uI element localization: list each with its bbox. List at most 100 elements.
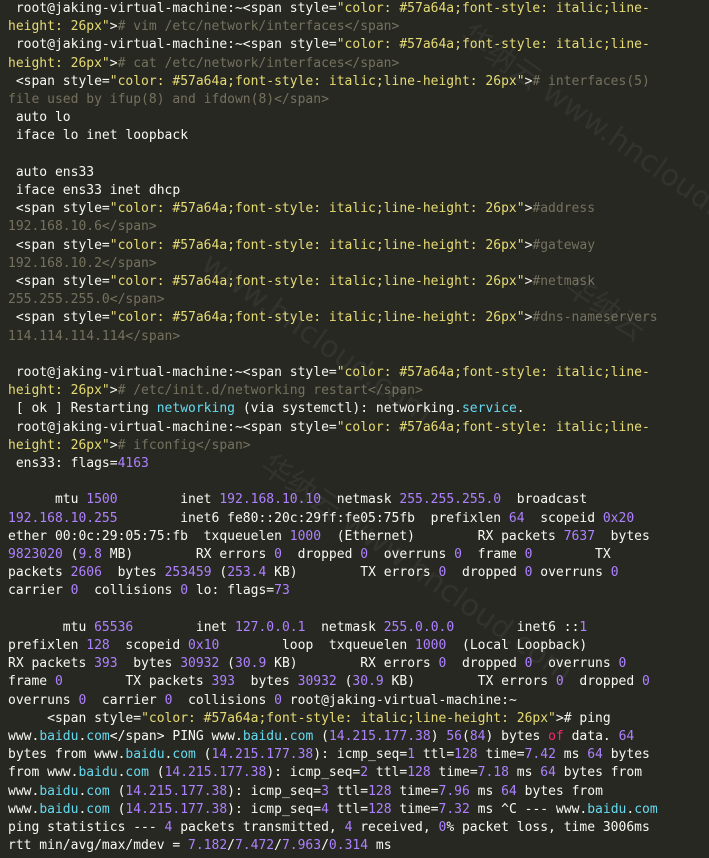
- terminal-text: ): icmp_seq=: [227, 783, 322, 799]
- terminal-text: inet: [117, 492, 220, 508]
- terminal-text: 2606: [70, 565, 102, 581]
- terminal-text: lo: flags=: [188, 583, 275, 599]
- terminal-text: com: [289, 729, 314, 745]
- terminal-text: ttl=: [328, 783, 369, 799]
- terminal-text: .: [281, 729, 290, 745]
- terminal-text: #dns-nameservers: [532, 310, 658, 326]
- terminal-text: 30932: [297, 674, 337, 690]
- terminal-text: 0: [454, 547, 462, 563]
- terminal-text: <span style=: [8, 310, 110, 326]
- terminal-text: (: [219, 656, 235, 672]
- terminal-text: www.: [8, 783, 40, 799]
- terminal-text: 393: [211, 674, 235, 690]
- terminal-line: www.baidu.com</span> PING www.baidu.com …: [8, 728, 701, 746]
- terminal-text: (Ethernet) RX packets: [321, 528, 564, 544]
- terminal-text: 192.168.10.6</span>: [8, 219, 157, 235]
- terminal-text: 128: [86, 638, 110, 654]
- terminal-text: /: [274, 838, 282, 854]
- terminal-text: 64: [587, 747, 603, 763]
- terminal-text: com: [634, 801, 658, 817]
- terminal-line: file used by ifup(8) and ifdown(8)</span…: [8, 91, 701, 109]
- terminal-text: ): icmp_seq=: [266, 765, 361, 781]
- terminal-text: bytes: [117, 656, 181, 672]
- terminal-text: inet6 fe80::20c:29ff:fe05:75fb prefixlen: [117, 510, 509, 526]
- terminal-text: KB) TX errors: [383, 674, 556, 690]
- terminal-text: time=: [477, 747, 525, 763]
- terminal-text: com: [86, 783, 110, 799]
- terminal-text: # ifconfig</span>: [117, 437, 251, 453]
- terminal-text: baidu: [39, 801, 79, 817]
- terminal-text: ): icmp_seq=: [227, 801, 322, 817]
- terminal-line: www.baidu.com (14.215.177.38): icmp_seq=…: [8, 801, 701, 819]
- terminal-text: 255.255.255.0</span>: [8, 292, 165, 308]
- terminal-text: packets transmitted,: [172, 820, 345, 836]
- terminal-text: (: [462, 729, 470, 745]
- terminal-line: auto ens33: [8, 164, 701, 182]
- terminal-line: ens33: flags=4163: [8, 455, 701, 473]
- terminal-text: iface ens33 inet dhcp: [8, 183, 181, 199]
- terminal-window[interactable]: root@jaking-virtual-machine:~ <span style…: [0, 0, 709, 858]
- terminal-text: # cat /etc/network/interfaces</span>: [117, 55, 400, 71]
- terminal-text: ens33: flags=: [8, 456, 118, 472]
- terminal-text: rtt min/avg/max/mdev =: [8, 838, 189, 854]
- terminal-text: iface lo inet loopback: [8, 128, 189, 144]
- terminal-text: /: [227, 838, 235, 854]
- terminal-text: com: [125, 765, 149, 781]
- terminal-text: 0: [360, 547, 369, 563]
- terminal-text: ping statistics ---: [8, 820, 165, 836]
- terminal-text: 7.182: [188, 838, 228, 854]
- terminal-text: ): [430, 729, 447, 745]
- terminal-line: RX packets 393 bytes 30932 (30.9 KB) RX …: [8, 655, 701, 673]
- terminal-text: ms: [469, 783, 502, 799]
- terminal-text: 7.472: [234, 838, 275, 854]
- terminal-line: frame 0 TX packets 393 bytes 30932 (30.9…: [8, 673, 701, 691]
- terminal-text: 7.96: [438, 783, 470, 799]
- terminal-line: mtu 65536 inet 127.0.0.1 netmask 255.0.0…: [8, 619, 701, 637]
- terminal-line: ping statistics --- 4 packets transmitte…: [8, 819, 701, 837]
- terminal-text: TX: [532, 547, 611, 563]
- terminal-line: prefixlen 128 scopeid 0x10 loop txqueuel…: [8, 637, 701, 655]
- terminal-text: ttl=: [328, 801, 369, 817]
- terminal-line: iface ens33 inet dhcp: [8, 182, 701, 200]
- terminal-text: com: [172, 747, 196, 763]
- terminal-text: 0: [54, 674, 63, 690]
- terminal-text: 9823020: [8, 547, 63, 563]
- terminal-text: 128: [368, 801, 392, 817]
- terminal-line: from www.baidu.com (14.215.177.38): icmp…: [8, 764, 701, 782]
- terminal-text: time=: [430, 765, 478, 781]
- terminal-line: carrier 0 collisions 0 lo: flags=73: [8, 582, 701, 600]
- terminal-text: 9.8: [78, 547, 102, 563]
- terminal-text: 128: [454, 747, 478, 763]
- terminal-text: 0x10: [188, 638, 220, 654]
- terminal-text: inet6 ::: [454, 619, 580, 635]
- terminal-line: height: 26px"># /etc/init.d/networking r…: [8, 382, 701, 400]
- terminal-line: <span style="color: #57a64a;font-style: …: [8, 309, 701, 327]
- terminal-text: bytes: [235, 674, 298, 690]
- terminal-text: (: [109, 783, 126, 799]
- terminal-text: MB) RX errors: [101, 547, 275, 563]
- terminal-text: data.: [563, 729, 619, 745]
- terminal-text: 4163: [117, 456, 149, 472]
- terminal-text: "color: #57a64a;font-style: italic;line-…: [109, 274, 525, 290]
- terminal-text: "color: #57a64a;font-style: italic;line-: [336, 37, 650, 53]
- terminal-line: root@jaking-virtual-machine:~<span style…: [8, 364, 701, 382]
- terminal-text: received,: [352, 820, 439, 836]
- terminal-line: root@jaking-virtual-machine:~<span style…: [8, 0, 701, 18]
- terminal-text: #netmask: [532, 274, 596, 290]
- terminal-text: ether 00:0c:29:05:75:fb txqueuelen: [8, 528, 290, 544]
- terminal-text: # /etc/init.d/networking restart</span>: [117, 383, 423, 399]
- terminal-text: prefixlen: [8, 638, 87, 654]
- terminal-text: #gateway: [532, 237, 596, 253]
- terminal-text: 0: [610, 565, 619, 581]
- terminal-text: baidu: [39, 729, 79, 745]
- terminal-text: bytes: [101, 565, 165, 581]
- terminal-text: </span> PING www.: [109, 729, 243, 745]
- terminal-text: 14.215.177.38: [211, 747, 314, 763]
- terminal-text: .: [516, 401, 525, 417]
- terminal-text: root@jaking-virtual-machine:~<span style…: [8, 1, 337, 16]
- terminal-line: <span style="color: #57a64a;font-style: …: [8, 237, 701, 255]
- terminal-text: 192.168.10.10: [219, 492, 322, 508]
- terminal-line: height: 26px"># cat /etc/network/interfa…: [8, 55, 701, 73]
